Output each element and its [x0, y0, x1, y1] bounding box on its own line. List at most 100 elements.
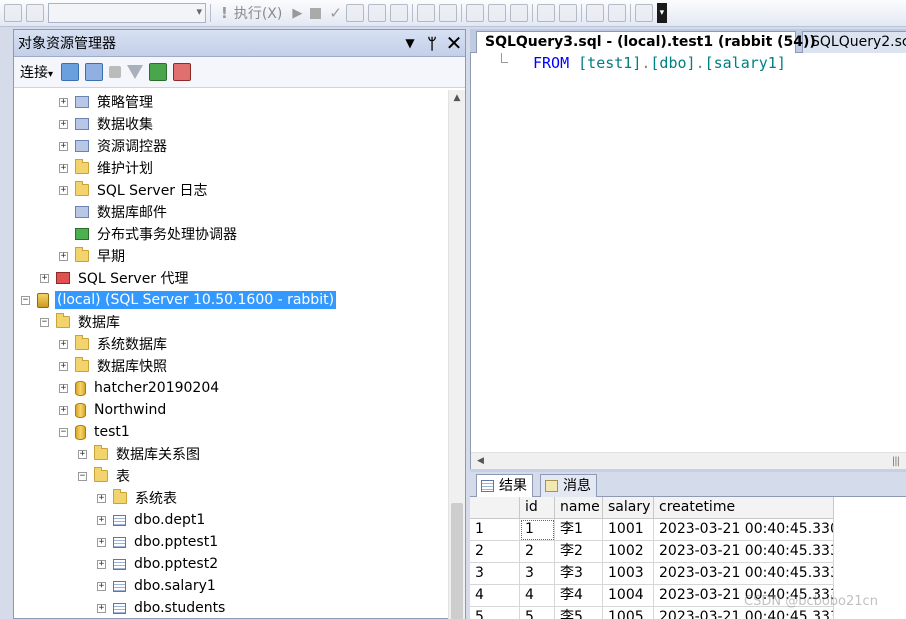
tree-node-system-tables[interactable]: + 系统表 — [97, 487, 179, 509]
parse-check-icon[interactable]: ✓ — [329, 4, 342, 22]
connect-dropdown[interactable]: 连接▾ — [20, 62, 53, 82]
refresh-icon[interactable] — [149, 63, 168, 81]
window-position-icon[interactable]: ▼ — [399, 36, 421, 50]
debug-play-icon[interactable]: ▶ — [292, 6, 302, 21]
column-header-id[interactable]: id — [520, 497, 555, 519]
tree-node-legacy[interactable]: + 早期 — [59, 245, 127, 267]
query-editor[interactable]: FROM [test1].[dbo].[salary1] ◀ ||| — [470, 53, 906, 469]
cell-salary[interactable]: 1005 — [603, 607, 654, 619]
expand-icon[interactable]: + — [59, 163, 68, 173]
scrollbar-thumb[interactable] — [451, 503, 463, 619]
comment-icon[interactable] — [536, 4, 555, 22]
row-number[interactable]: 5 — [470, 607, 520, 619]
expand-icon[interactable]: + — [59, 97, 68, 107]
cell-id[interactable]: 4 — [520, 585, 555, 607]
column-header-createtime[interactable]: createtime — [654, 497, 834, 519]
row-number[interactable]: 3 — [470, 563, 520, 585]
pin-icon[interactable]: ᛘ — [421, 34, 443, 53]
cell-salary[interactable]: 1002 — [603, 541, 654, 563]
expand-icon[interactable]: + — [97, 581, 106, 591]
results-grid-icon[interactable] — [487, 4, 506, 22]
cell-createtime[interactable]: 2023-03-21 00:40:45.333 — [654, 563, 834, 585]
cell-id[interactable]: 1 — [520, 519, 555, 541]
tree-node-database-mail[interactable]: 数据库邮件 — [59, 201, 169, 223]
toolbar-overflow-icon[interactable]: ▾ — [656, 3, 667, 23]
increase-indent-icon[interactable] — [607, 4, 626, 22]
summary-icon[interactable] — [173, 63, 192, 81]
tree-node-database-snapshots[interactable]: + 数据库快照 — [59, 355, 169, 377]
tree-node-sql-server-logs[interactable]: + SQL Server 日志 — [59, 179, 210, 201]
cell-name[interactable]: 李2 — [555, 541, 603, 563]
expand-icon[interactable]: + — [97, 559, 106, 569]
include-plan-icon[interactable] — [416, 4, 435, 22]
expand-icon[interactable]: + — [97, 515, 106, 525]
collapse-icon[interactable]: − — [59, 427, 68, 437]
table-row[interactable]: 3 3 李3 1003 2023-03-21 00:40:45.333 — [470, 563, 834, 585]
tree-node-maintenance-plans[interactable]: + 维护计划 — [59, 157, 155, 179]
display-plan-icon[interactable] — [345, 4, 364, 22]
results-file-icon[interactable] — [509, 4, 528, 22]
tab-results[interactable]: 结果 — [476, 474, 533, 497]
uncomment-icon[interactable] — [558, 4, 577, 22]
tree-node-table-pptest1[interactable]: + dbo.pptest1 — [97, 531, 220, 553]
tree-node-table-dept1[interactable]: + dbo.dept1 — [97, 509, 207, 531]
results-text-icon[interactable] — [465, 4, 484, 22]
row-number[interactable]: 1 — [470, 519, 520, 541]
tab-messages[interactable]: 消息 — [540, 474, 597, 497]
close-icon[interactable]: ✕ — [443, 31, 465, 55]
tab-sqlquery3[interactable]: SQLQuery3.sql - (local).test1 (rabbit (5… — [476, 31, 816, 53]
disconnect-icon[interactable] — [85, 63, 104, 81]
tree-node-databases[interactable]: − 数据库 — [40, 311, 122, 333]
expand-icon[interactable]: + — [97, 603, 106, 613]
decrease-indent-icon[interactable] — [585, 4, 604, 22]
specify-values-icon[interactable] — [634, 4, 653, 22]
row-number[interactable]: 2 — [470, 541, 520, 563]
expand-icon[interactable]: + — [59, 251, 68, 261]
database-engine-query-icon[interactable] — [26, 4, 44, 22]
tree-node-server[interactable]: − (local) (SQL Server 10.50.1600 - rabbi… — [21, 289, 337, 311]
available-databases-dropdown[interactable] — [48, 3, 206, 23]
tree-node-data-collection[interactable]: + 数据收集 — [59, 113, 155, 135]
expand-icon[interactable]: + — [59, 405, 68, 415]
results-to-icon[interactable] — [389, 4, 408, 22]
tree-node-table-salary1[interactable]: + dbo.salary1 — [97, 575, 218, 597]
expand-icon[interactable]: + — [97, 493, 106, 503]
cell-createtime[interactable]: 2023-03-21 00:40:45.330 — [654, 519, 834, 541]
new-query-icon[interactable] — [4, 4, 22, 22]
scroll-left-icon[interactable]: ◀ — [477, 453, 484, 470]
tree-node-db-hatcher[interactable]: + hatcher20190204 — [59, 377, 221, 399]
cell-id[interactable]: 5 — [520, 607, 555, 619]
execute-button[interactable]: ! 执行(X) — [215, 3, 288, 23]
tree-node-resource-governor[interactable]: + 资源调控器 — [59, 135, 169, 157]
scroll-up-icon[interactable]: ▲ — [449, 90, 465, 107]
filter-icon[interactable] — [127, 65, 144, 79]
cell-salary[interactable]: 1003 — [603, 563, 654, 585]
tree-node-dtc[interactable]: 分布式事务处理协调器 — [59, 223, 239, 245]
cell-id[interactable]: 2 — [520, 541, 555, 563]
cell-salary[interactable]: 1004 — [603, 585, 654, 607]
tree-node-diagrams[interactable]: + 数据库关系图 — [78, 443, 202, 465]
query-designer-icon[interactable] — [367, 4, 386, 22]
column-header-name[interactable]: name — [555, 497, 603, 519]
cell-name[interactable]: 李4 — [555, 585, 603, 607]
tree-node-policy-management[interactable]: + 策略管理 — [59, 91, 155, 113]
cell-name[interactable]: 李1 — [555, 519, 603, 541]
expand-icon[interactable]: + — [59, 339, 68, 349]
cell-name[interactable]: 李3 — [555, 563, 603, 585]
collapse-icon[interactable]: − — [40, 317, 49, 327]
tree-node-db-northwind[interactable]: + Northwind — [59, 399, 168, 421]
client-stats-icon[interactable] — [438, 4, 457, 22]
expand-icon[interactable]: + — [59, 361, 68, 371]
cell-id[interactable]: 3 — [520, 563, 555, 585]
expand-icon[interactable]: + — [59, 185, 68, 195]
collapse-icon[interactable]: − — [21, 295, 30, 305]
cell-name[interactable]: 李5 — [555, 607, 603, 619]
cell-createtime[interactable]: 2023-03-21 00:40:45.333 — [654, 541, 834, 563]
expand-icon[interactable]: + — [59, 119, 68, 129]
column-header-salary[interactable]: salary — [603, 497, 654, 519]
tree-node-table-pptest2[interactable]: + dbo.pptest2 — [97, 553, 220, 575]
row-number[interactable]: 4 — [470, 585, 520, 607]
table-row[interactable]: 1 1 李1 1001 2023-03-21 00:40:45.330 — [470, 519, 834, 541]
stop-icon[interactable] — [310, 7, 322, 19]
expand-icon[interactable]: + — [59, 141, 68, 151]
